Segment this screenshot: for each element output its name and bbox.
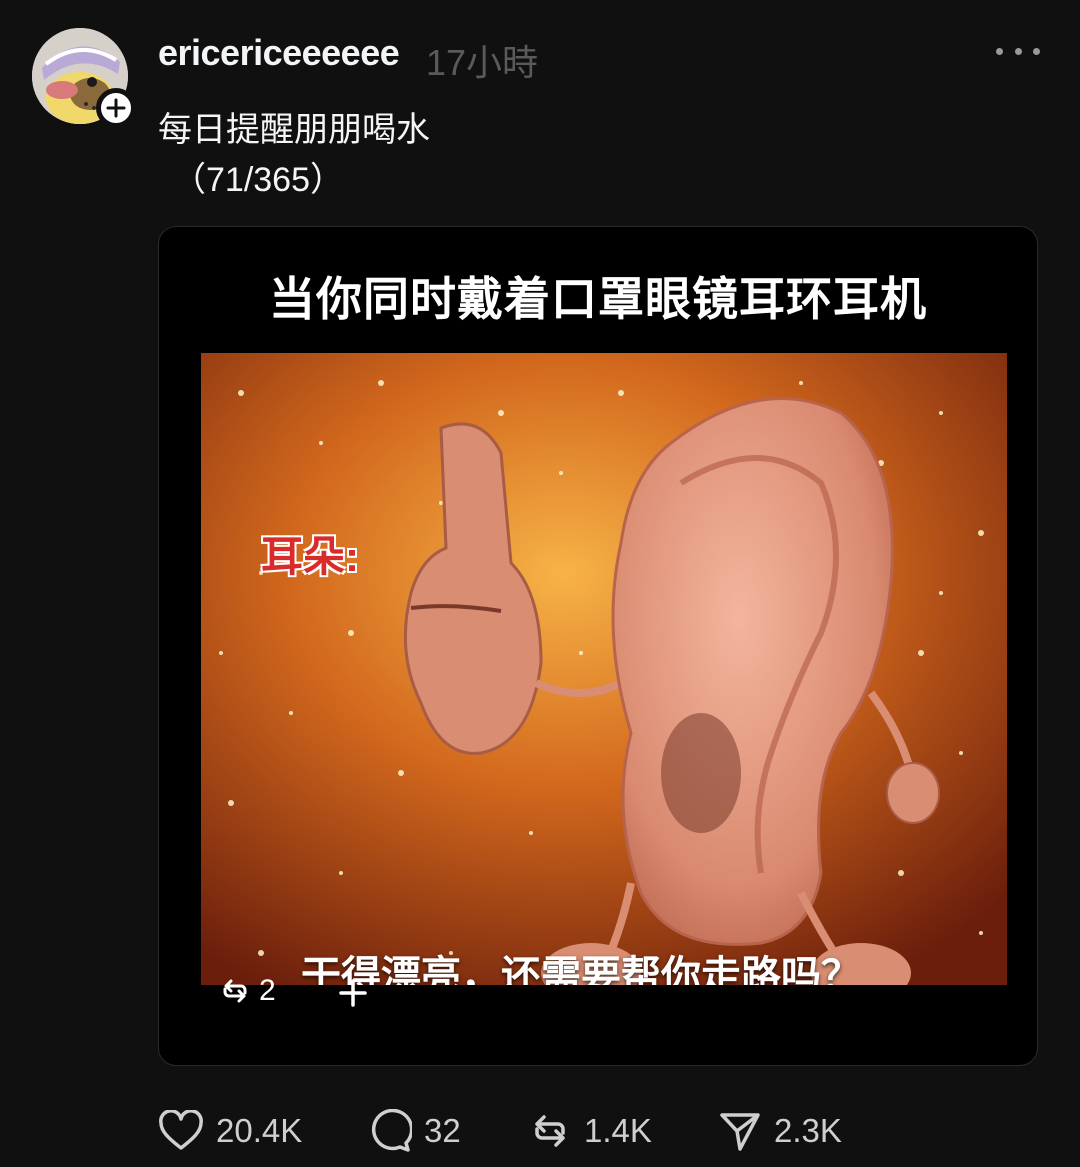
username[interactable]: ericericeeeeee — [158, 32, 400, 74]
more-options-button[interactable] — [996, 36, 1040, 66]
comment-count: 32 — [424, 1112, 461, 1149]
share-count: 2.3K — [774, 1112, 842, 1149]
post-timestamp: 17小時 — [426, 42, 539, 83]
meme-subtitle: 干得漂亮，还需要帮你走路吗？ — [301, 954, 861, 985]
repost-button[interactable]: 1.4K — [528, 1106, 652, 1156]
follow-button[interactable] — [96, 88, 136, 128]
more-horizontal-icon-dot — [1014, 47, 1022, 55]
post-header: ericericeeeeee 17小時 — [158, 30, 1040, 83]
comment-button[interactable]: 32 — [368, 1106, 461, 1156]
media-repost-count: 2 — [259, 974, 276, 1007]
meme-title: 当你同时戴着口罩眼镜耳环耳机 — [269, 273, 927, 325]
like-button[interactable]: 20.4K — [158, 1106, 302, 1156]
like-count: 20.4K — [216, 1112, 303, 1149]
repost-icon — [223, 979, 247, 1003]
media-repost-indicator[interactable]: 2 — [159, 963, 299, 1019]
post-caption-counter: （71/365） — [172, 161, 344, 199]
send-icon — [720, 1113, 760, 1151]
comment-bubble-icon — [371, 1109, 412, 1152]
share-button[interactable]: 2.3K — [718, 1106, 842, 1156]
media-card[interactable]: 当你同时戴着口罩眼镜耳环耳机 耳朵: 干得漂亮，还需要帮你走路吗？ 2 — [158, 226, 1038, 1066]
heart-icon — [159, 1110, 203, 1150]
media-add-button[interactable] — [331, 971, 375, 1015]
plus-icon — [106, 98, 126, 118]
more-horizontal-icon — [996, 47, 1003, 55]
post-actions-bar: 20.4K 32 1.4K 2.3K — [158, 1106, 1038, 1156]
repost-count: 1.4K — [584, 1112, 652, 1149]
post-caption: 每日提醒朋朋喝水 — [158, 111, 430, 149]
meme-image: 耳朵: 干得漂亮，还需要帮你走路吗？ — [201, 353, 1007, 985]
repost-icon — [535, 1115, 565, 1147]
plus-icon — [339, 979, 367, 1007]
more-horizontal-icon-dot — [1033, 47, 1040, 55]
meme-label: 耳朵: — [261, 533, 359, 580]
avatar-container[interactable] — [32, 28, 136, 128]
